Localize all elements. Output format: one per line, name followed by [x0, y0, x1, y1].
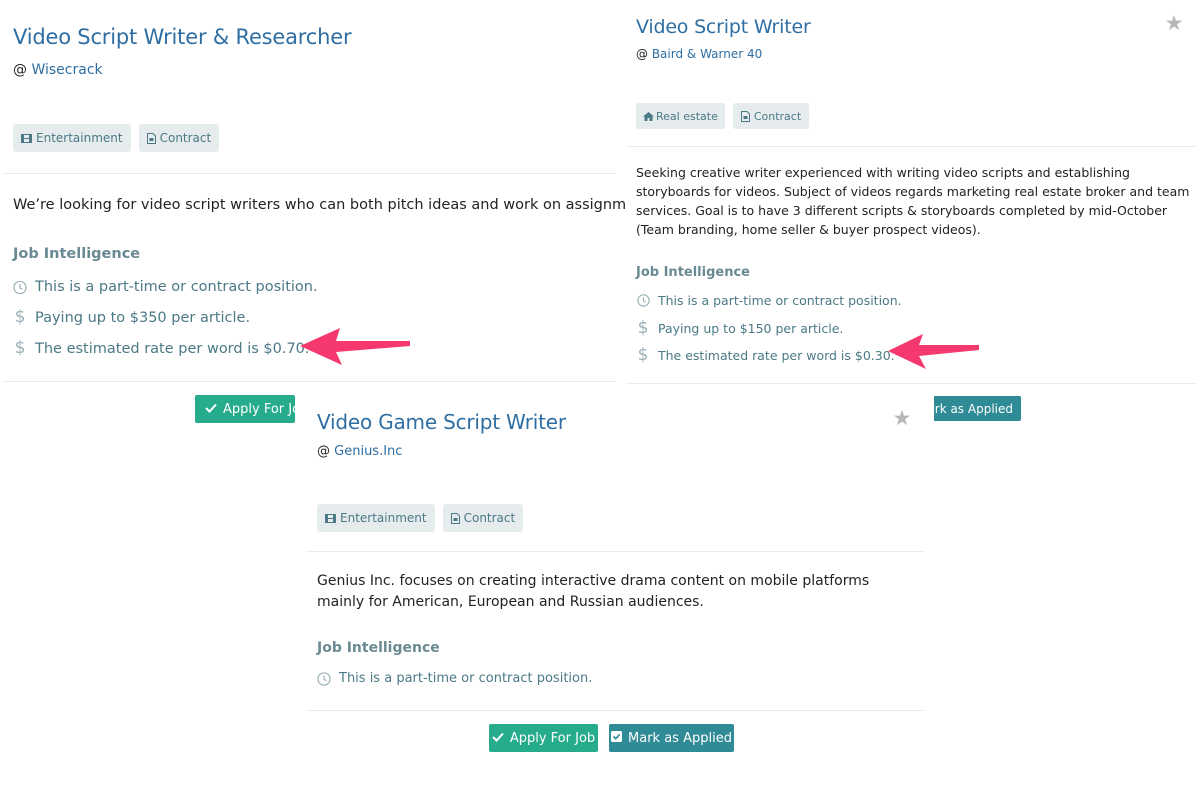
intel-text: Paying up to $350 per article. — [35, 309, 251, 326]
clock-icon — [317, 671, 331, 686]
tag-real-estate: Real estate — [636, 103, 725, 129]
company-line: @ Wisecrack — [13, 62, 103, 78]
dollar-icon: $ — [637, 345, 649, 365]
favorite-star-icon[interactable]: ★ — [1164, 13, 1184, 34]
tag-label: Contract — [463, 511, 516, 525]
job-card-genius-inc: Video Game Script Writer ★ @ Genius.Inc … — [298, 388, 934, 800]
dollar-icon: $ — [637, 318, 649, 338]
dollar-icon: $ — [14, 307, 26, 327]
at-symbol: @ — [13, 62, 27, 78]
job-intelligence-heading: Job Intelligence — [13, 246, 141, 262]
intel-text: The estimated rate per word is $0.70. — [35, 340, 310, 357]
intel-text: This is a part-time or contract position… — [339, 671, 593, 686]
company-link[interactable]: Wisecrack — [31, 62, 102, 78]
button-label: ark as Applied — [931, 401, 1013, 416]
job-card-wisecrack: Video Script Writer & Researcher @ Wisec… — [0, 0, 663, 440]
tag-contract: Contract — [138, 124, 220, 152]
tag-label: Entertainment — [36, 131, 123, 145]
mark-as-applied-button[interactable]: Mark as Applied — [609, 724, 734, 752]
button-label: Apply For Job — [509, 730, 596, 746]
divider — [306, 551, 924, 552]
button-label: Apply For Jo — [223, 401, 295, 417]
tag-contract: Contract — [442, 504, 524, 532]
intel-item: $ The estimated rate per word is $0.30. — [636, 347, 895, 364]
tag-label: Real estate — [656, 109, 718, 123]
apply-for-job-button[interactable]: Apply For Job — [489, 724, 598, 752]
divider — [2, 173, 616, 174]
clock-icon — [636, 294, 650, 307]
intel-text: This is a part-time or contract position… — [658, 293, 902, 308]
divider — [2, 381, 616, 382]
company-line: @ Genius.Inc — [317, 444, 402, 459]
home-icon — [643, 111, 654, 121]
tag-entertainment: Entertainment — [13, 124, 131, 152]
annotation-arrow-right — [888, 334, 979, 369]
intel-item: $ Paying up to $350 per article. — [13, 309, 250, 326]
company-link[interactable]: Genius.Inc — [334, 444, 402, 459]
intel-item: $ The estimated rate per word is $0.70. — [13, 340, 310, 357]
annotation-arrow-left — [300, 328, 410, 365]
job-title[interactable]: Video Script Writer — [636, 16, 811, 38]
check-icon — [205, 402, 217, 417]
at-symbol: @ — [317, 444, 330, 459]
divider — [626, 383, 1196, 384]
tag-contract: Contract — [732, 103, 810, 129]
intel-text: Paying up to $150 per article. — [658, 321, 844, 336]
tag-entertainment: Entertainment — [317, 504, 435, 532]
checkbox-checked-icon — [611, 730, 623, 746]
film-icon — [21, 133, 32, 143]
intel-item: This is a part-time or contract position… — [317, 671, 592, 686]
job-intelligence-heading: Job Intelligence — [636, 265, 750, 280]
document-icon — [450, 512, 460, 524]
job-description: Genius Inc. focuses on creating interact… — [317, 573, 870, 610]
job-title[interactable]: Video Game Script Writer — [317, 410, 566, 434]
mark-as-applied-button[interactable]: ark as Applied — [931, 396, 1021, 421]
document-icon — [740, 110, 750, 122]
tag-label: Contract — [753, 109, 802, 123]
job-description: We’re looking for video script writers w… — [13, 197, 663, 213]
company-link[interactable]: Baird & Warner 40 — [652, 47, 762, 61]
intel-item: $ Paying up to $150 per article. — [636, 318, 844, 338]
tag-label: Contract — [159, 131, 212, 145]
tag-list: Entertainment Contract — [317, 504, 524, 532]
apply-for-job-button[interactable]: Apply For Jo — [195, 395, 295, 423]
intel-text: This is a part-time or contract position… — [35, 279, 318, 295]
job-intelligence-heading: Job Intelligence — [317, 640, 440, 656]
intel-item: This is a part-time or contract position… — [636, 293, 902, 308]
tag-label: Entertainment — [340, 511, 427, 525]
tag-list: Entertainment Contract — [13, 124, 220, 152]
check-icon — [492, 731, 504, 746]
clock-icon — [13, 280, 27, 295]
at-symbol: @ — [636, 47, 648, 61]
divider — [626, 146, 1196, 147]
divider — [306, 710, 924, 711]
job-description: Seeking creative writer experienced with… — [636, 165, 1190, 237]
button-label: Mark as Applied — [628, 730, 732, 746]
job-card-baird-warner: Video Script Writer ★ @ Baird & Warner 4… — [626, 0, 1202, 440]
intel-text: The estimated rate per word is $0.30. — [658, 348, 895, 363]
dollar-icon: $ — [14, 338, 26, 358]
company-line: @ Baird & Warner 40 — [636, 47, 762, 61]
film-icon — [325, 513, 336, 523]
intel-item: This is a part-time or contract position… — [13, 279, 318, 295]
job-title[interactable]: Video Script Writer & Researcher — [13, 25, 352, 49]
tag-list: Real estate Contract — [636, 103, 810, 129]
document-icon — [146, 132, 156, 144]
favorite-star-icon[interactable]: ★ — [892, 408, 912, 429]
